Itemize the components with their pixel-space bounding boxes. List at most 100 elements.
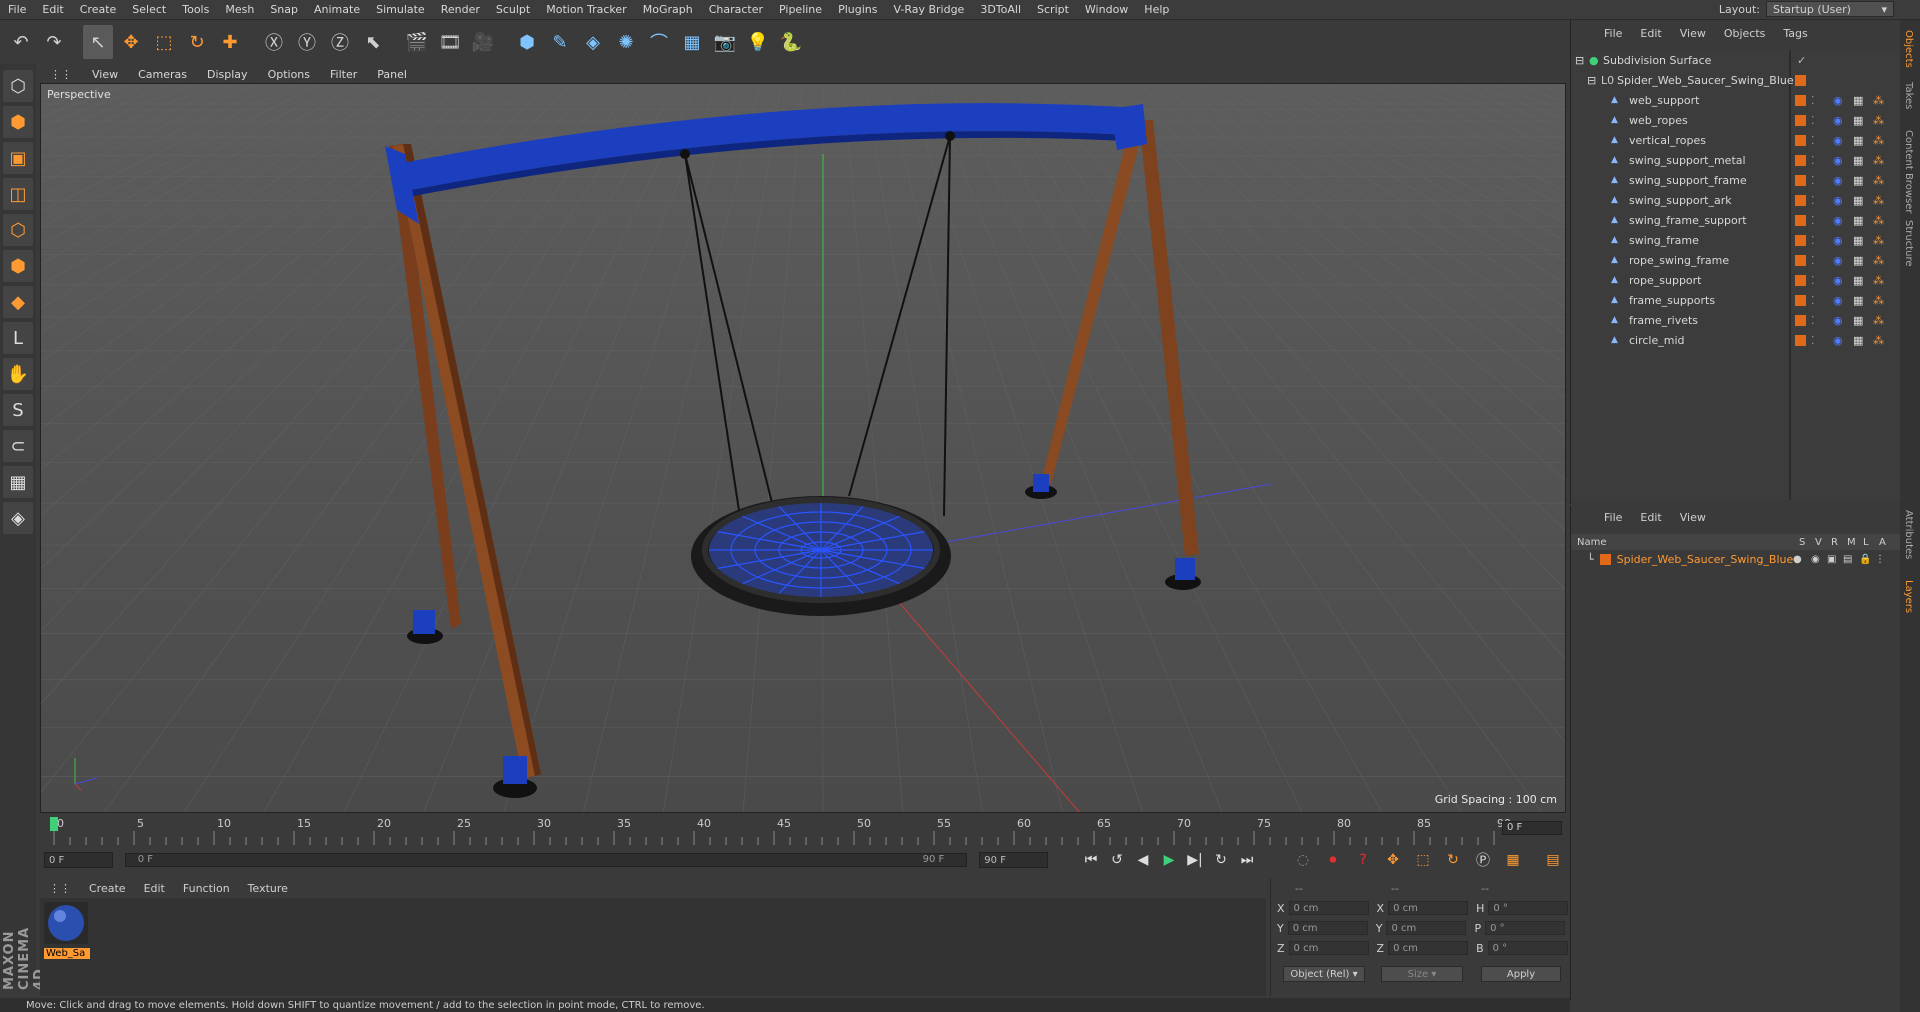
- layer-color-icon[interactable]: [1795, 235, 1806, 246]
- coord-pos-field[interactable]: 0 cm: [1287, 921, 1368, 935]
- object-row[interactable]: ▲ swing_support_frame ⁚ ◉ ▦ ⁂: [1571, 170, 1901, 190]
- layer-color-icon[interactable]: [1795, 195, 1806, 206]
- menu-item-select[interactable]: Select: [124, 3, 174, 16]
- menu-item-help[interactable]: Help: [1136, 3, 1177, 16]
- expand-icon[interactable]: ⊟: [1587, 74, 1596, 87]
- menu-item-edit[interactable]: Edit: [34, 3, 71, 16]
- menu-item-window[interactable]: Window: [1077, 3, 1136, 16]
- layer-color-icon[interactable]: [1795, 255, 1806, 266]
- menu-item-mograph[interactable]: MoGraph: [635, 3, 701, 16]
- visibility-dots-icon[interactable]: ⁚: [1811, 174, 1815, 187]
- coord-mode-dropdown[interactable]: Object (Rel) ▾: [1283, 966, 1365, 982]
- rotate-icon[interactable]: ↻: [182, 25, 212, 59]
- sculpt-grid-icon[interactable]: ◈: [3, 502, 33, 534]
- menu-item-tools[interactable]: Tools: [174, 3, 217, 16]
- y-axis-icon[interactable]: Ⓨ: [292, 25, 322, 59]
- key-move-icon[interactable]: ✥: [1380, 847, 1406, 873]
- om-menu-objects[interactable]: Objects: [1715, 27, 1775, 40]
- phong-tag-icon[interactable]: ⁂: [1873, 314, 1884, 327]
- texture-tag-icon[interactable]: ▦: [1853, 274, 1863, 287]
- timeline-ruler[interactable]: 051015202530354045505560657075808590: [40, 815, 1510, 847]
- lock-grid-icon[interactable]: ▦: [3, 466, 33, 498]
- step-back-icon[interactable]: ◀: [1130, 847, 1156, 873]
- key-pla-icon[interactable]: ▦: [1500, 847, 1526, 873]
- camera-icon[interactable]: 📷: [710, 25, 740, 59]
- scale-icon[interactable]: ⬚: [149, 25, 179, 59]
- layer-row[interactable]: └ Spider_Web_Saucer_Swing_Blue ● ◉ ▣ ▤ 🔒…: [1571, 550, 1901, 568]
- step-forward-icon[interactable]: ▶|: [1182, 847, 1208, 873]
- material-tag-icon[interactable]: ◉: [1833, 154, 1843, 167]
- object-row[interactable]: ▲ vertical_ropes ⁚ ◉ ▦ ⁂: [1571, 130, 1901, 150]
- workplane-icon[interactable]: ◫: [3, 178, 33, 210]
- timeline-layout-icon[interactable]: ▤: [1540, 847, 1566, 873]
- layer-color-icon[interactable]: [1795, 315, 1806, 326]
- current-frame-field[interactable]: 0 F: [1502, 821, 1562, 835]
- material-menu-create[interactable]: Create: [80, 882, 135, 895]
- goto-start-icon[interactable]: ⏮: [1078, 847, 1104, 873]
- texture-tag-icon[interactable]: ▦: [1853, 114, 1863, 127]
- coord-rot-field[interactable]: 0 °: [1487, 941, 1568, 955]
- phong-tag-icon[interactable]: ⁂: [1873, 334, 1884, 347]
- phong-tag-icon[interactable]: ⁂: [1873, 274, 1884, 287]
- material-tag-icon[interactable]: ◉: [1833, 94, 1843, 107]
- phong-tag-icon[interactable]: ⁂: [1873, 154, 1884, 167]
- material-tag-icon[interactable]: ◉: [1833, 334, 1843, 347]
- world-coords-icon[interactable]: ⬉: [358, 25, 388, 59]
- side-tab-attributes[interactable]: Attributes: [1903, 510, 1914, 559]
- light-icon[interactable]: 💡: [743, 25, 773, 59]
- texture-tag-icon[interactable]: ▦: [1853, 334, 1863, 347]
- material-tag-icon[interactable]: ◉: [1833, 134, 1843, 147]
- z-axis-icon[interactable]: Ⓩ: [325, 25, 355, 59]
- model-mode-icon[interactable]: ⬢: [3, 106, 33, 138]
- material-tag-icon[interactable]: ◉: [1833, 114, 1843, 127]
- menu-item-script[interactable]: Script: [1029, 3, 1077, 16]
- menu-item-plugins[interactable]: Plugins: [830, 3, 885, 16]
- om-menu-tags[interactable]: Tags: [1774, 27, 1816, 40]
- object-row[interactable]: ▲ swing_frame ⁚ ◉ ▦ ⁂: [1571, 230, 1901, 250]
- viewport-menu-cameras[interactable]: Cameras: [128, 68, 197, 81]
- layer-color-icon[interactable]: [1795, 155, 1806, 166]
- polygons-mode-icon[interactable]: ◆: [3, 286, 33, 318]
- texture-tag-icon[interactable]: ▦: [1853, 314, 1863, 327]
- object-row-group[interactable]: ⊟ L0 Spider_Web_Saucer_Swing_Blue: [1571, 70, 1901, 90]
- om-menu-edit[interactable]: Edit: [1631, 27, 1670, 40]
- texture-tag-icon[interactable]: ▦: [1853, 174, 1863, 187]
- menu-item-create[interactable]: Create: [72, 3, 125, 16]
- coord-pos-field[interactable]: 0 cm: [1288, 901, 1369, 915]
- phong-tag-icon[interactable]: ⁂: [1873, 94, 1884, 107]
- visibility-check-icon[interactable]: ✓: [1797, 54, 1806, 67]
- menu-item-mesh[interactable]: Mesh: [217, 3, 262, 16]
- start-frame-field[interactable]: 0 F: [44, 852, 113, 868]
- lm-menu-edit[interactable]: Edit: [1631, 511, 1670, 524]
- key-param-icon[interactable]: Ⓟ: [1470, 847, 1496, 873]
- menu-item-character[interactable]: Character: [701, 3, 771, 16]
- object-row[interactable]: ▲ rope_swing_frame ⁚ ◉ ▦ ⁂: [1571, 250, 1901, 270]
- visibility-dots-icon[interactable]: ⁚: [1811, 234, 1815, 247]
- om-menu-view[interactable]: View: [1671, 27, 1715, 40]
- texture-tag-icon[interactable]: ▦: [1853, 294, 1863, 307]
- coord-size-field[interactable]: 0 cm: [1388, 901, 1469, 915]
- end-frame-field[interactable]: 90 F: [979, 852, 1048, 868]
- motion-record-icon[interactable]: ◌: [1290, 847, 1316, 873]
- phong-tag-icon[interactable]: ⁂: [1873, 114, 1884, 127]
- layer-solo-icon[interactable]: ●: [1793, 554, 1802, 565]
- lm-menu-file[interactable]: File: [1595, 511, 1631, 524]
- render-picture-queue-icon[interactable]: 🎞: [435, 25, 465, 59]
- snap-icon[interactable]: S: [3, 394, 33, 426]
- texture-tag-icon[interactable]: ▦: [1853, 134, 1863, 147]
- layer-color-icon[interactable]: [1795, 335, 1806, 346]
- visibility-dots-icon[interactable]: ⁚: [1811, 194, 1815, 207]
- next-key-icon[interactable]: ↻: [1208, 847, 1234, 873]
- phong-tag-icon[interactable]: ⁂: [1873, 294, 1884, 307]
- timeline-playhead[interactable]: [50, 817, 58, 831]
- material-tag-icon[interactable]: ◉: [1833, 254, 1843, 267]
- tweak-icon[interactable]: ✋: [3, 358, 33, 390]
- viewport-menu-view[interactable]: View: [82, 68, 128, 81]
- texture-tag-icon[interactable]: ▦: [1853, 254, 1863, 267]
- side-tab-objects[interactable]: Objects: [1903, 30, 1914, 68]
- visibility-dots-icon[interactable]: ⁚: [1811, 94, 1815, 107]
- axis-icon[interactable]: L: [3, 322, 33, 354]
- coord-pos-field[interactable]: 0 cm: [1288, 941, 1369, 955]
- menu-item-file[interactable]: File: [0, 3, 34, 16]
- layer-lock-icon[interactable]: 🔒: [1859, 554, 1871, 565]
